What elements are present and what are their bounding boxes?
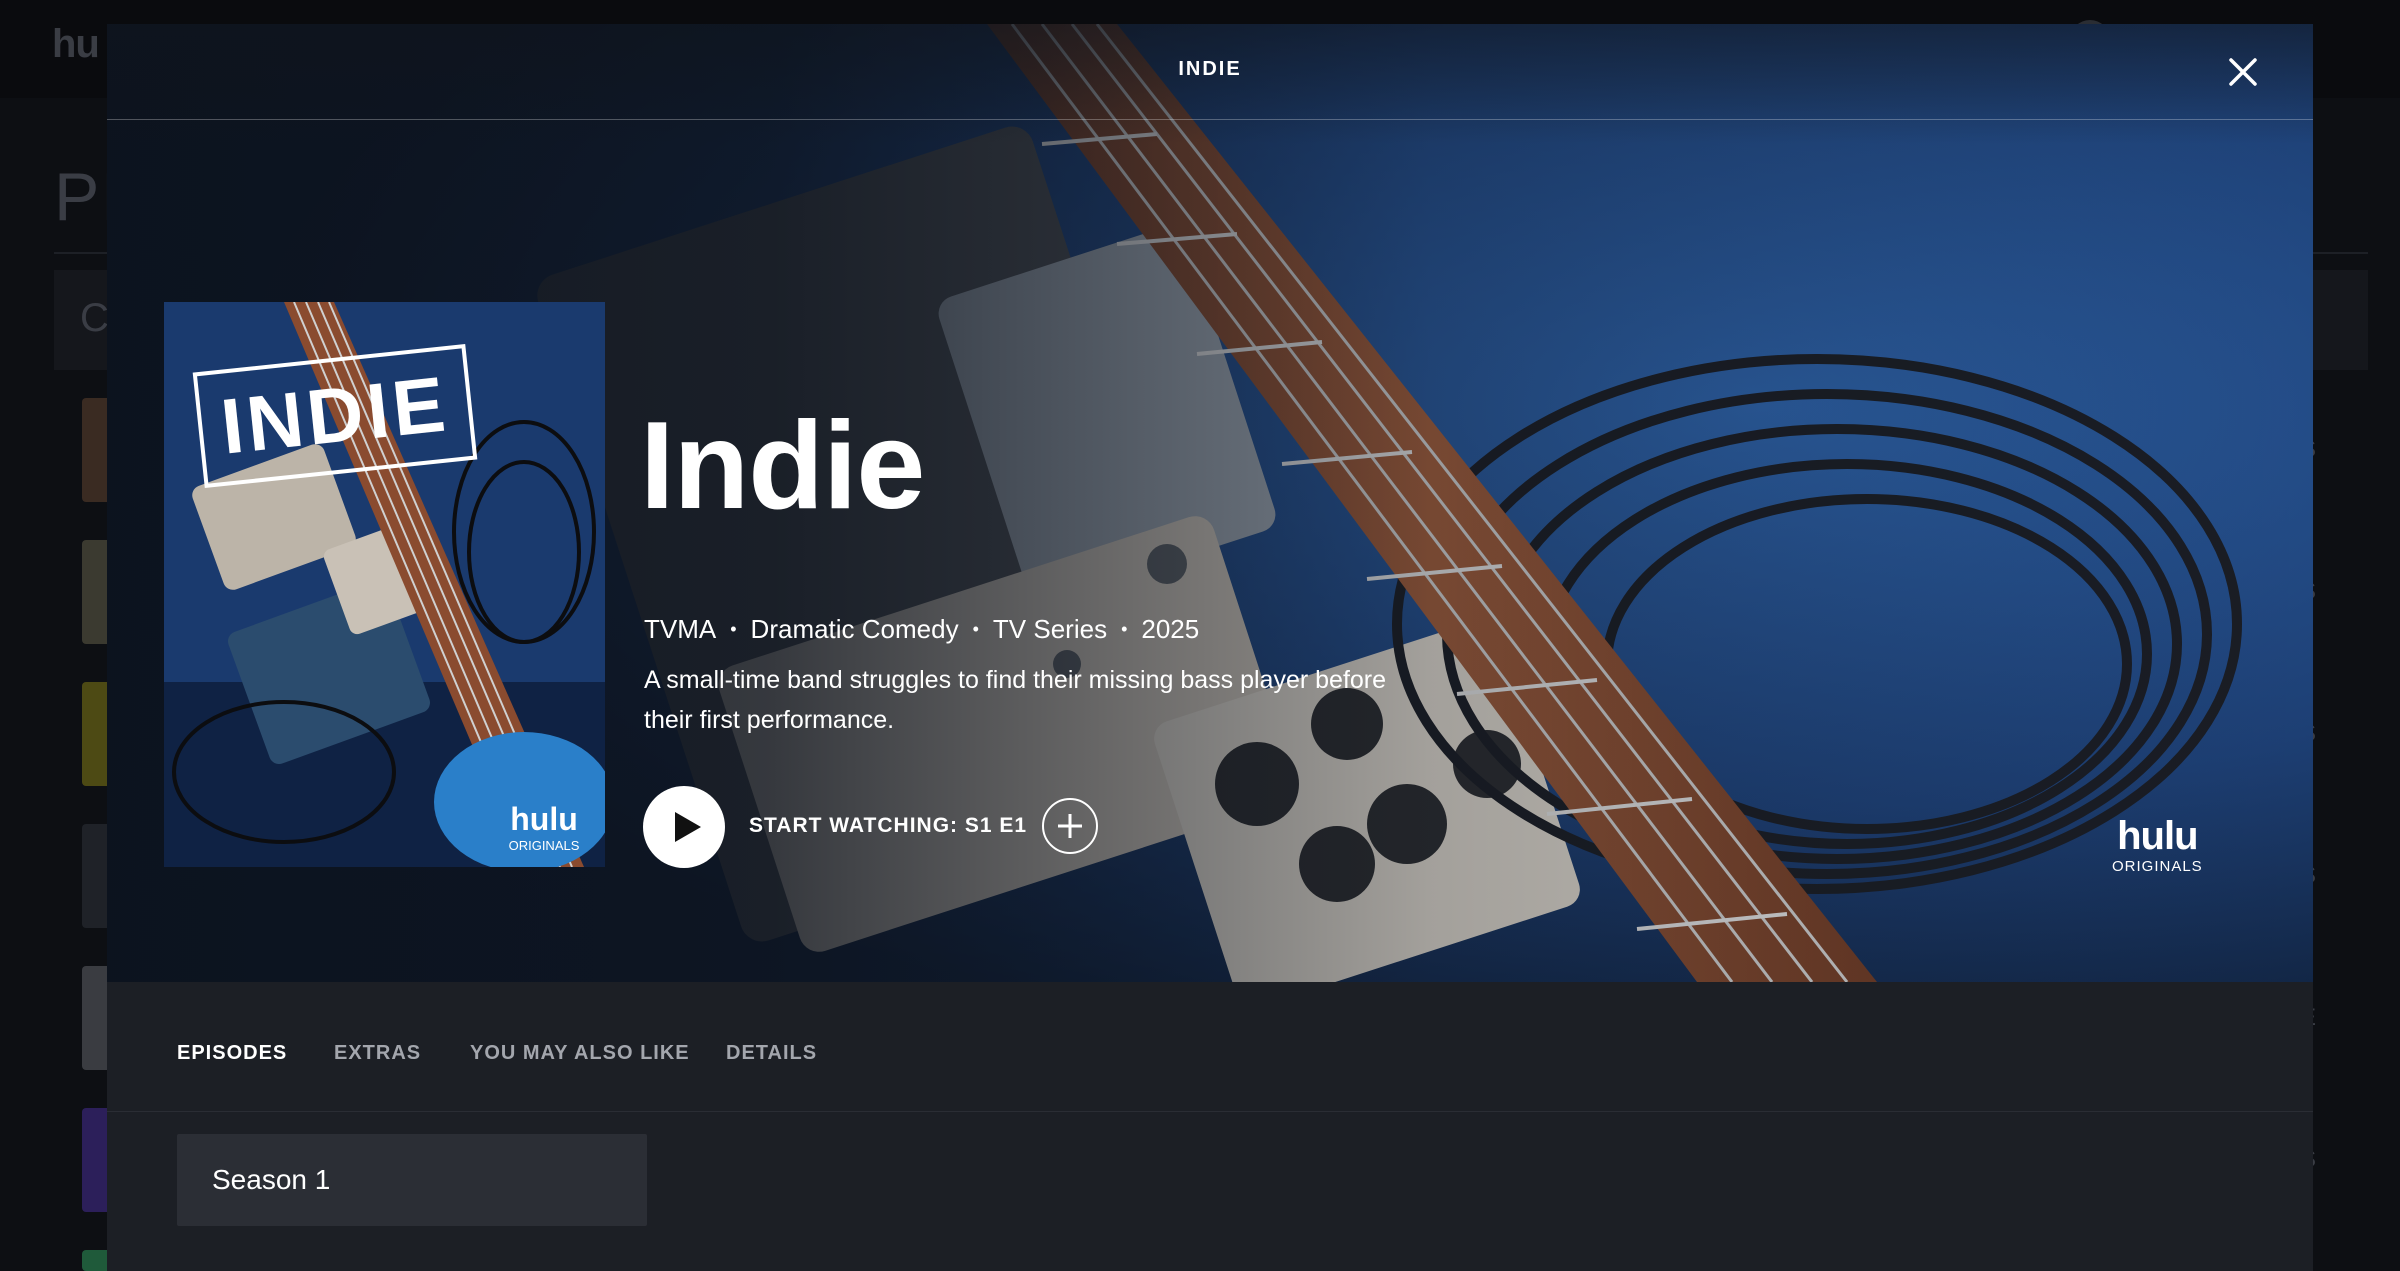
- separator-dot: •: [972, 619, 979, 639]
- rating-label: TVMA: [644, 614, 717, 644]
- add-to-list-button[interactable]: [1042, 798, 1098, 854]
- type-label: TV Series: [992, 614, 1108, 644]
- hero-banner: INDIE INDIE hulu ORIGINALS Indie TVMA • …: [107, 24, 2313, 982]
- show-title: Indie: [640, 397, 925, 535]
- details-tabs: EPISODES EXTRAS YOU MAY ALSO LIKE DETAIL…: [107, 982, 2313, 1112]
- tab-extras[interactable]: EXTRAS: [334, 1042, 421, 1065]
- background-logo: hu: [52, 22, 100, 66]
- genre-label: Dramatic Comedy: [750, 614, 959, 644]
- show-metadata: TVMA • Dramatic Comedy • TV Series • 202…: [644, 614, 1199, 645]
- poster-artwork: INDIE hulu ORIGINALS: [164, 302, 605, 867]
- hulu-originals-logo: hulu ORIGINALS: [2112, 816, 2203, 875]
- close-icon: [2229, 58, 2257, 86]
- background-filter-label: C: [80, 296, 109, 340]
- tab-details[interactable]: DETAILS: [726, 1042, 817, 1065]
- year-label: 2025: [1141, 614, 1200, 644]
- tab-you-may-also-like[interactable]: YOU MAY ALSO LIKE: [470, 1042, 690, 1065]
- originals-label: ORIGINALS: [2112, 858, 2203, 875]
- close-button[interactable]: [2223, 52, 2263, 92]
- separator-dot: •: [730, 619, 737, 639]
- play-icon: [675, 812, 701, 842]
- season-selected-value: Season 1: [212, 1164, 331, 1195]
- modal-title: INDIE: [1178, 58, 1242, 80]
- hulu-wordmark: hulu: [2117, 814, 2198, 858]
- poster-brand: hulu: [510, 801, 578, 837]
- separator-dot: •: [1121, 619, 1128, 639]
- details-modal: INDIE INDIE hulu ORIGINALS Indie TVMA • …: [107, 24, 2313, 1271]
- modal-header: INDIE: [107, 24, 2313, 120]
- plus-icon: [1058, 814, 1082, 838]
- show-poster: INDIE hulu ORIGINALS: [164, 302, 605, 867]
- play-button[interactable]: [643, 786, 725, 868]
- start-watching-label[interactable]: START WATCHING: S1 E1: [749, 814, 1027, 838]
- poster-brand-sub: ORIGINALS: [509, 838, 580, 853]
- tab-episodes[interactable]: EPISODES: [177, 1042, 287, 1065]
- season-dropdown[interactable]: Season 1: [177, 1134, 647, 1226]
- show-description: A small-time band struggles to find thei…: [644, 666, 1387, 734]
